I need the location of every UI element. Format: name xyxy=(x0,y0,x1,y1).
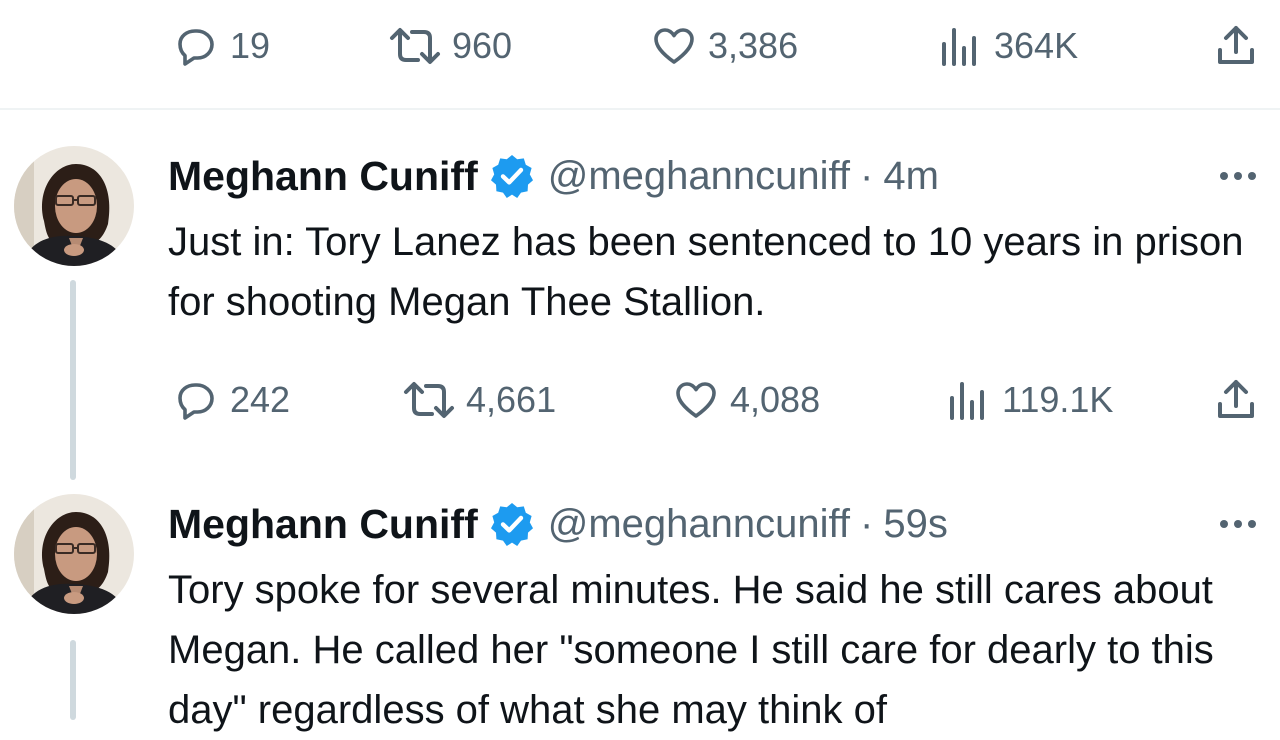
separator: · xyxy=(860,501,874,546)
like-button[interactable]: 3,386 xyxy=(650,22,798,70)
verified-badge-icon xyxy=(488,500,536,548)
views-icon xyxy=(936,22,984,70)
views-count: 119.1K xyxy=(1002,379,1114,420)
share-button[interactable] xyxy=(1212,376,1260,424)
retweet-icon xyxy=(402,376,456,424)
author-handle[interactable]: @meghanncuniff xyxy=(548,154,850,199)
retweet-count: 960 xyxy=(452,25,513,66)
tweet-text: Just in: Tory Lanez has been sentenced t… xyxy=(168,220,1244,324)
tweet-header: Meghann Cuniff @meghanncuniff · 59s xyxy=(168,500,948,548)
like-icon xyxy=(650,22,698,70)
like-button[interactable]: 4,088 xyxy=(672,376,820,424)
more-options-icon[interactable] xyxy=(1216,154,1260,204)
retweet-count: 4,661 xyxy=(466,379,557,420)
retweet-button[interactable]: 4,661 xyxy=(402,376,556,424)
like-count: 3,386 xyxy=(708,25,799,66)
reply-count: 19 xyxy=(230,25,271,66)
divider xyxy=(0,108,1280,110)
separator: · xyxy=(860,153,874,198)
views-icon xyxy=(944,376,992,424)
reply-button[interactable]: 19 xyxy=(172,22,270,70)
tweet-text: Tory spoke for several minutes. He said … xyxy=(168,568,1214,732)
verified-badge-icon xyxy=(488,152,536,200)
share-icon xyxy=(1212,22,1260,70)
views-button[interactable]: 364K xyxy=(936,22,1078,70)
reply-icon xyxy=(172,22,220,70)
author-handle[interactable]: @meghanncuniff xyxy=(548,502,850,547)
author-name[interactable]: Meghann Cuniff xyxy=(168,153,478,200)
previous-tweet-action-bar: 19 960 3,386 364K xyxy=(0,0,1280,108)
reply-button[interactable]: 242 xyxy=(172,376,290,424)
reply-count: 242 xyxy=(230,379,291,420)
retweet-button[interactable]: 960 xyxy=(388,22,512,70)
views-count: 364K xyxy=(994,25,1079,66)
avatar[interactable] xyxy=(14,494,134,614)
like-count: 4,088 xyxy=(730,379,821,420)
views-button[interactable]: 119.1K xyxy=(944,376,1113,424)
tweet[interactable]: Meghann Cuniff @meghanncuniff · 4m Just … xyxy=(0,140,1280,490)
timestamp[interactable]: 4m xyxy=(883,154,939,199)
share-button[interactable] xyxy=(1212,22,1260,70)
like-icon xyxy=(672,376,720,424)
tweet[interactable]: Meghann Cuniff @meghanncuniff · 59s Tory… xyxy=(0,488,1280,732)
avatar[interactable] xyxy=(14,146,134,266)
thread-line xyxy=(70,640,76,720)
timestamp[interactable]: 59s xyxy=(883,502,948,547)
more-options-icon[interactable] xyxy=(1216,502,1260,552)
retweet-icon xyxy=(388,22,442,70)
author-name[interactable]: Meghann Cuniff xyxy=(168,501,478,548)
thread-line xyxy=(70,280,76,480)
reply-icon xyxy=(172,376,220,424)
share-icon xyxy=(1212,376,1260,424)
tweet-header: Meghann Cuniff @meghanncuniff · 4m xyxy=(168,152,939,200)
